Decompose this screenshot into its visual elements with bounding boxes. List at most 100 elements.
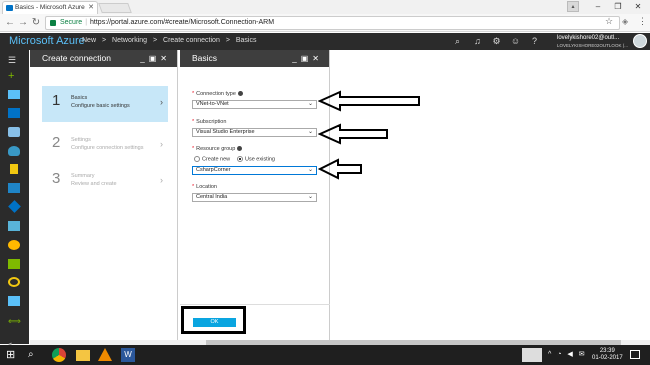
security-center-icon[interactable] [8, 259, 20, 269]
system-tray-icons[interactable]: ^ ◔ ◀ ✉ [548, 350, 587, 358]
breadcrumb-separator: > [225, 37, 230, 44]
blade-controls[interactable]: _▣✕ [292, 50, 323, 67]
windows-start-icon[interactable]: ⊞ [6, 348, 20, 362]
action-center-icon[interactable] [630, 350, 640, 359]
account-info[interactable]: lovelykishore02@outl... LOVELYKISHORE02O… [557, 35, 628, 49]
forward-arrow-icon[interactable]: → [17, 17, 29, 29]
browser-tab-title: Basics - Microsoft Azure [15, 4, 85, 11]
chrome-app-icon[interactable] [52, 348, 66, 362]
blade-controls[interactable]: _▣✕ [140, 50, 171, 67]
step-title: Settings [71, 137, 91, 143]
reload-icon[interactable]: ↻ [30, 17, 42, 29]
info-icon[interactable] [237, 146, 243, 152]
resource-groups-icon[interactable] [8, 108, 20, 118]
resource-group-select[interactable]: CsharpCorner ⌄ [192, 166, 317, 175]
storage-icon[interactable] [8, 296, 20, 306]
all-resources-icon[interactable] [8, 127, 20, 137]
hamburger-menu-icon[interactable]: ☰ [8, 55, 20, 67]
breadcrumb-networking[interactable]: Networking [112, 37, 147, 44]
profile-icon[interactable]: ▴ [567, 1, 579, 12]
subscription-value: Visual Studio Enterprise [196, 129, 255, 135]
blade-title: Create connection [42, 53, 111, 63]
notifications-icon[interactable]: ♫ [472, 36, 483, 47]
info-icon[interactable] [237, 91, 243, 97]
basics-blade-header: Basics _▣✕ [180, 50, 329, 67]
basics-blade: Basics _▣✕ * Connection type VNet-to-VNet… [180, 50, 330, 344]
chevron-down-icon: ⌄ [307, 167, 313, 173]
connection-type-label: * Connection type [192, 91, 243, 97]
lock-icon [50, 20, 56, 26]
breadcrumb-create-connection[interactable]: Create connection [163, 37, 220, 44]
step-summary[interactable]: 3 Summary Review and create › [42, 164, 168, 200]
url-separator: | [85, 19, 88, 26]
chrome-menu-icon[interactable]: ⋮ [638, 16, 647, 27]
file-explorer-icon[interactable] [76, 350, 90, 361]
clock-date: 01-02-2017 [592, 355, 623, 361]
browser-tab-strip: Basics - Microsoft Azure ✕ ▴ – ❐ ✕ [0, 0, 650, 14]
resource-group-label: * Resource group [192, 146, 243, 152]
taskbar-thumbnail-icon[interactable] [522, 348, 542, 362]
radio-use-existing[interactable]: Use existing [237, 156, 275, 162]
breadcrumb-new[interactable]: New [82, 37, 96, 44]
subscription-select[interactable]: Visual Studio Enterprise ⌄ [192, 128, 317, 137]
vlc-app-icon[interactable] [98, 348, 112, 361]
connection-type-value: VNet-to-VNet [196, 101, 229, 107]
location-label-text: Location [196, 184, 217, 190]
radio-circle-selected [237, 156, 243, 162]
account-name: lovelykishore02@outl... [557, 35, 620, 41]
radio-create-new[interactable]: Create new [194, 156, 230, 162]
url-bar[interactable]: Secure | https://portal.azure.com/#create/… [45, 16, 620, 30]
step-settings[interactable]: 2 Settings Configure connection settings… [42, 128, 168, 164]
taskbar-search-icon[interactable]: ⌕ [28, 348, 42, 362]
subscription-label-text: Subscription [196, 119, 227, 125]
annotation-arrow-resource-group [318, 158, 362, 180]
dashboard-icon[interactable] [8, 90, 20, 99]
required-marker: * [192, 91, 195, 97]
location-label: * Location [192, 184, 217, 190]
step-title: Summary [71, 173, 95, 179]
window-close-icon[interactable]: ✕ [628, 0, 648, 14]
word-app-icon[interactable]: W [121, 348, 135, 362]
bookmark-star-icon[interactable]: ☆ [605, 16, 613, 27]
step-subtitle: Configure basic settings [71, 103, 130, 109]
chevron-down-icon: ⌄ [307, 129, 313, 135]
help-icon[interactable]: ? [529, 36, 540, 47]
address-toolbar: ← → ↻ Secure | https://portal.azure.com/#c… [0, 14, 650, 32]
ok-button[interactable]: OK [193, 318, 236, 327]
more-services-icon[interactable]: ⟺ [8, 316, 21, 328]
subscription-label: * Subscription [192, 119, 226, 125]
keyvault-icon[interactable] [10, 164, 18, 174]
clock-time: 23:39 [599, 348, 615, 354]
sql-icon[interactable] [8, 183, 20, 193]
monitor-icon[interactable] [8, 240, 20, 250]
virtual-machines-icon[interactable] [8, 200, 21, 213]
taskbar-clock[interactable]: 23:39 01-02-2017 [592, 348, 623, 362]
create-connection-blade-header: Create connection _▣✕ [30, 50, 177, 67]
chevron-right-icon: › [160, 97, 163, 107]
chevron-down-icon: ⌄ [307, 101, 313, 107]
breadcrumb-basics[interactable]: Basics [236, 37, 257, 44]
step-basics[interactable]: 1 Basics Configure basic settings › [42, 86, 168, 122]
chevron-down-icon: ⌄ [307, 194, 313, 200]
cloud-services-icon[interactable] [8, 221, 20, 231]
app-services-icon[interactable] [8, 146, 20, 156]
tab-close-icon[interactable]: ✕ [88, 2, 94, 14]
connection-type-select[interactable]: VNet-to-VNet ⌄ [192, 100, 317, 109]
minimize-icon[interactable]: – [588, 0, 608, 14]
browser-tab[interactable]: Basics - Microsoft Azure ✕ [2, 1, 98, 14]
back-arrow-icon[interactable]: ← [4, 17, 16, 29]
step-number: 2 [52, 134, 61, 151]
azure-brand[interactable]: Microsoft Azure [9, 35, 85, 47]
advisor-icon[interactable] [8, 277, 20, 287]
step-subtitle: Configure connection settings [71, 145, 144, 151]
extension-icon[interactable]: ◈ [622, 17, 628, 26]
restore-icon[interactable]: ❐ [608, 0, 628, 14]
settings-gear-icon[interactable]: ⚙ [491, 36, 502, 47]
search-icon[interactable]: ⌕ [452, 36, 463, 47]
location-select[interactable]: Central India ⌄ [192, 193, 317, 202]
account-directory: LOVELYKISHORE02OUTLOOK (... [557, 43, 628, 48]
feedback-smiley-icon[interactable]: ☺ [510, 36, 521, 47]
new-plus-icon[interactable]: + [8, 71, 20, 83]
new-tab-button[interactable] [98, 3, 132, 13]
avatar[interactable] [633, 34, 647, 48]
